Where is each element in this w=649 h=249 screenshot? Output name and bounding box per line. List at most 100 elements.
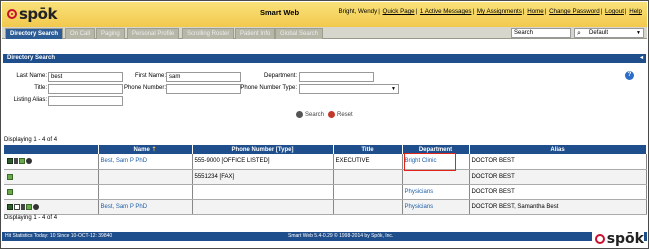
tab-bar: Directory Search On Call Paging Personal… [2, 27, 647, 39]
department-label: Department: [263, 73, 297, 79]
tab-scrolling-roster[interactable]: Scrolling Roster [182, 28, 235, 39]
footer-logo-text: spōk [606, 231, 644, 247]
home-link[interactable]: Home [527, 8, 544, 15]
reset-icon [328, 111, 335, 118]
mail-icon[interactable] [14, 203, 20, 210]
pager-icon[interactable] [7, 203, 13, 210]
footer-bar: Hit Statistics Today: 10 Since 10-OCT-12… [2, 232, 647, 241]
phone-dial-icon[interactable] [26, 158, 32, 165]
contact-card-icon[interactable] [26, 203, 32, 210]
reset-button-label: Reset [337, 111, 353, 118]
change-password-link[interactable]: Change Password [549, 8, 600, 15]
tab-directory-search[interactable]: Directory Search [5, 28, 64, 39]
phone-cell [192, 199, 334, 215]
spok-logo-icon [594, 234, 605, 244]
chevron-down-icon: ▼ [391, 86, 396, 92]
table-row: Best, Sam P PhD 555-9000 [OFFICE LISTED]… [4, 154, 647, 170]
contact-card-icon[interactable] [19, 158, 25, 165]
department-link[interactable] [402, 169, 470, 185]
search-icon: ⌕ [577, 30, 581, 37]
title-cell [333, 169, 403, 185]
title-cell: EXECUTIVE [333, 154, 403, 170]
phone-type-select[interactable]: ▼ [299, 84, 399, 94]
row-icons [4, 169, 99, 185]
app-window: spōk Smart Web Bright, Wendy| Quick Page… [0, 0, 649, 249]
department-link[interactable]: Physicians [402, 184, 470, 200]
copyright-text: Smart Web 5.4-0.29 © 1998-2014 by Spōk, … [288, 233, 394, 239]
search-scope-select[interactable]: ⌕ Default ▼ [574, 28, 644, 38]
tab-personal-profile[interactable]: Personal Profile [127, 28, 180, 39]
binoculars-icon [296, 111, 303, 118]
hit-statistics: Hit Statistics Today: 10 Since 10-OCT-12… [5, 233, 113, 239]
phone-cell [192, 184, 334, 200]
directory-search-form: Last Name: best First Name: sam Departme… [3, 63, 646, 125]
table-row: 5551234 [FAX] DOCTOR BEST [4, 169, 647, 185]
row-icons [4, 154, 99, 170]
footer-spok-logo: spōk [591, 231, 644, 247]
reset-button[interactable]: Reset [328, 111, 353, 118]
phone-cell: 555-9000 [OFFICE LISTED] [192, 154, 334, 170]
collapse-icon[interactable]: ◂ [640, 54, 643, 63]
contact-card-icon[interactable] [7, 188, 13, 195]
col-header-title[interactable]: Title [333, 145, 403, 154]
alias-cell: DOCTOR BEST, Samantha Best [469, 199, 647, 215]
my-assignments-link[interactable]: My Assignments [477, 8, 522, 15]
name-link[interactable]: Best, Sam P PhD [98, 199, 193, 215]
contact-card-icon[interactable] [7, 173, 13, 180]
tab-global-search[interactable]: Global Search [275, 28, 324, 39]
directory-search-panel-header: Directory Search ◂ [3, 54, 646, 63]
highlight-box [404, 153, 456, 171]
col-header-name[interactable]: Name ⇡ [98, 145, 193, 154]
alias-cell: DOCTOR BEST [469, 184, 647, 200]
first-name-input[interactable]: sam [166, 72, 241, 82]
header-links: Bright, Wendy| Quick Page| 1 Active Mess… [338, 8, 642, 15]
row-icons [4, 199, 99, 215]
name-link[interactable] [98, 169, 193, 185]
listing-alias-label: Listing Alias: [13, 97, 47, 103]
results-count-top: Displaying 1 - 4 of 4 [4, 137, 58, 143]
cell-phone-icon[interactable] [21, 203, 25, 210]
global-search-input[interactable]: Search [511, 28, 571, 38]
phone-number-input[interactable] [166, 84, 241, 94]
phone-type-label: Phone Number Type: [240, 85, 297, 91]
alias-cell: DOCTOR BEST [469, 154, 647, 170]
last-name-input[interactable]: best [48, 72, 123, 82]
results-table: Name ⇡ Phone Number [Type] Title Departm… [4, 145, 647, 215]
table-row: Physicians DOCTOR BEST [4, 184, 647, 200]
pager-icon[interactable] [7, 158, 13, 165]
department-link[interactable]: Physicians [402, 199, 470, 215]
header-bar: spōk Smart Web Bright, Wendy| Quick Page… [2, 2, 647, 27]
phone-number-label: Phone Number: [123, 85, 166, 91]
help-link[interactable]: Help [629, 8, 642, 15]
col-header-phone[interactable]: Phone Number [Type] [192, 145, 334, 154]
search-button-label: Search [305, 111, 325, 118]
table-header-row: Name ⇡ Phone Number [Type] Title Departm… [4, 145, 647, 154]
chevron-down-icon: ▼ [636, 30, 641, 36]
phone-dial-icon[interactable] [33, 203, 39, 210]
tab-paging[interactable]: Paging [96, 28, 125, 39]
active-messages-link[interactable]: 1 Active Messages [420, 8, 472, 15]
table-row: Best, Sam P PhD Physicians DOCTOR BEST, … [4, 199, 647, 215]
logout-link[interactable]: Logout [605, 8, 624, 15]
spok-logo-icon [7, 9, 17, 19]
col-header-icons [4, 145, 99, 154]
tab-on-call[interactable]: On Call [65, 28, 96, 39]
name-link[interactable] [98, 184, 193, 200]
listing-alias-input[interactable] [48, 96, 123, 106]
help-icon[interactable]: ? [625, 71, 634, 80]
last-name-label: Last Name: [16, 73, 47, 79]
title-label: Title: [34, 85, 47, 91]
panel-title: Directory Search [7, 55, 56, 61]
tab-patient-info[interactable]: Patient Info [235, 28, 276, 39]
title-cell [333, 199, 403, 215]
alias-cell: DOCTOR BEST [469, 169, 647, 185]
search-scope-value: Default [589, 30, 609, 36]
cell-phone-icon[interactable] [14, 158, 18, 165]
title-input[interactable] [48, 84, 123, 94]
search-button[interactable]: Search [296, 111, 324, 118]
col-header-alias[interactable]: Alias [469, 145, 647, 154]
results-count-bottom: Displaying 1 - 4 of 4 [4, 215, 58, 221]
department-input[interactable] [299, 72, 374, 82]
name-link[interactable]: Best, Sam P PhD [98, 154, 193, 170]
quick-page-link[interactable]: Quick Page [383, 8, 415, 15]
